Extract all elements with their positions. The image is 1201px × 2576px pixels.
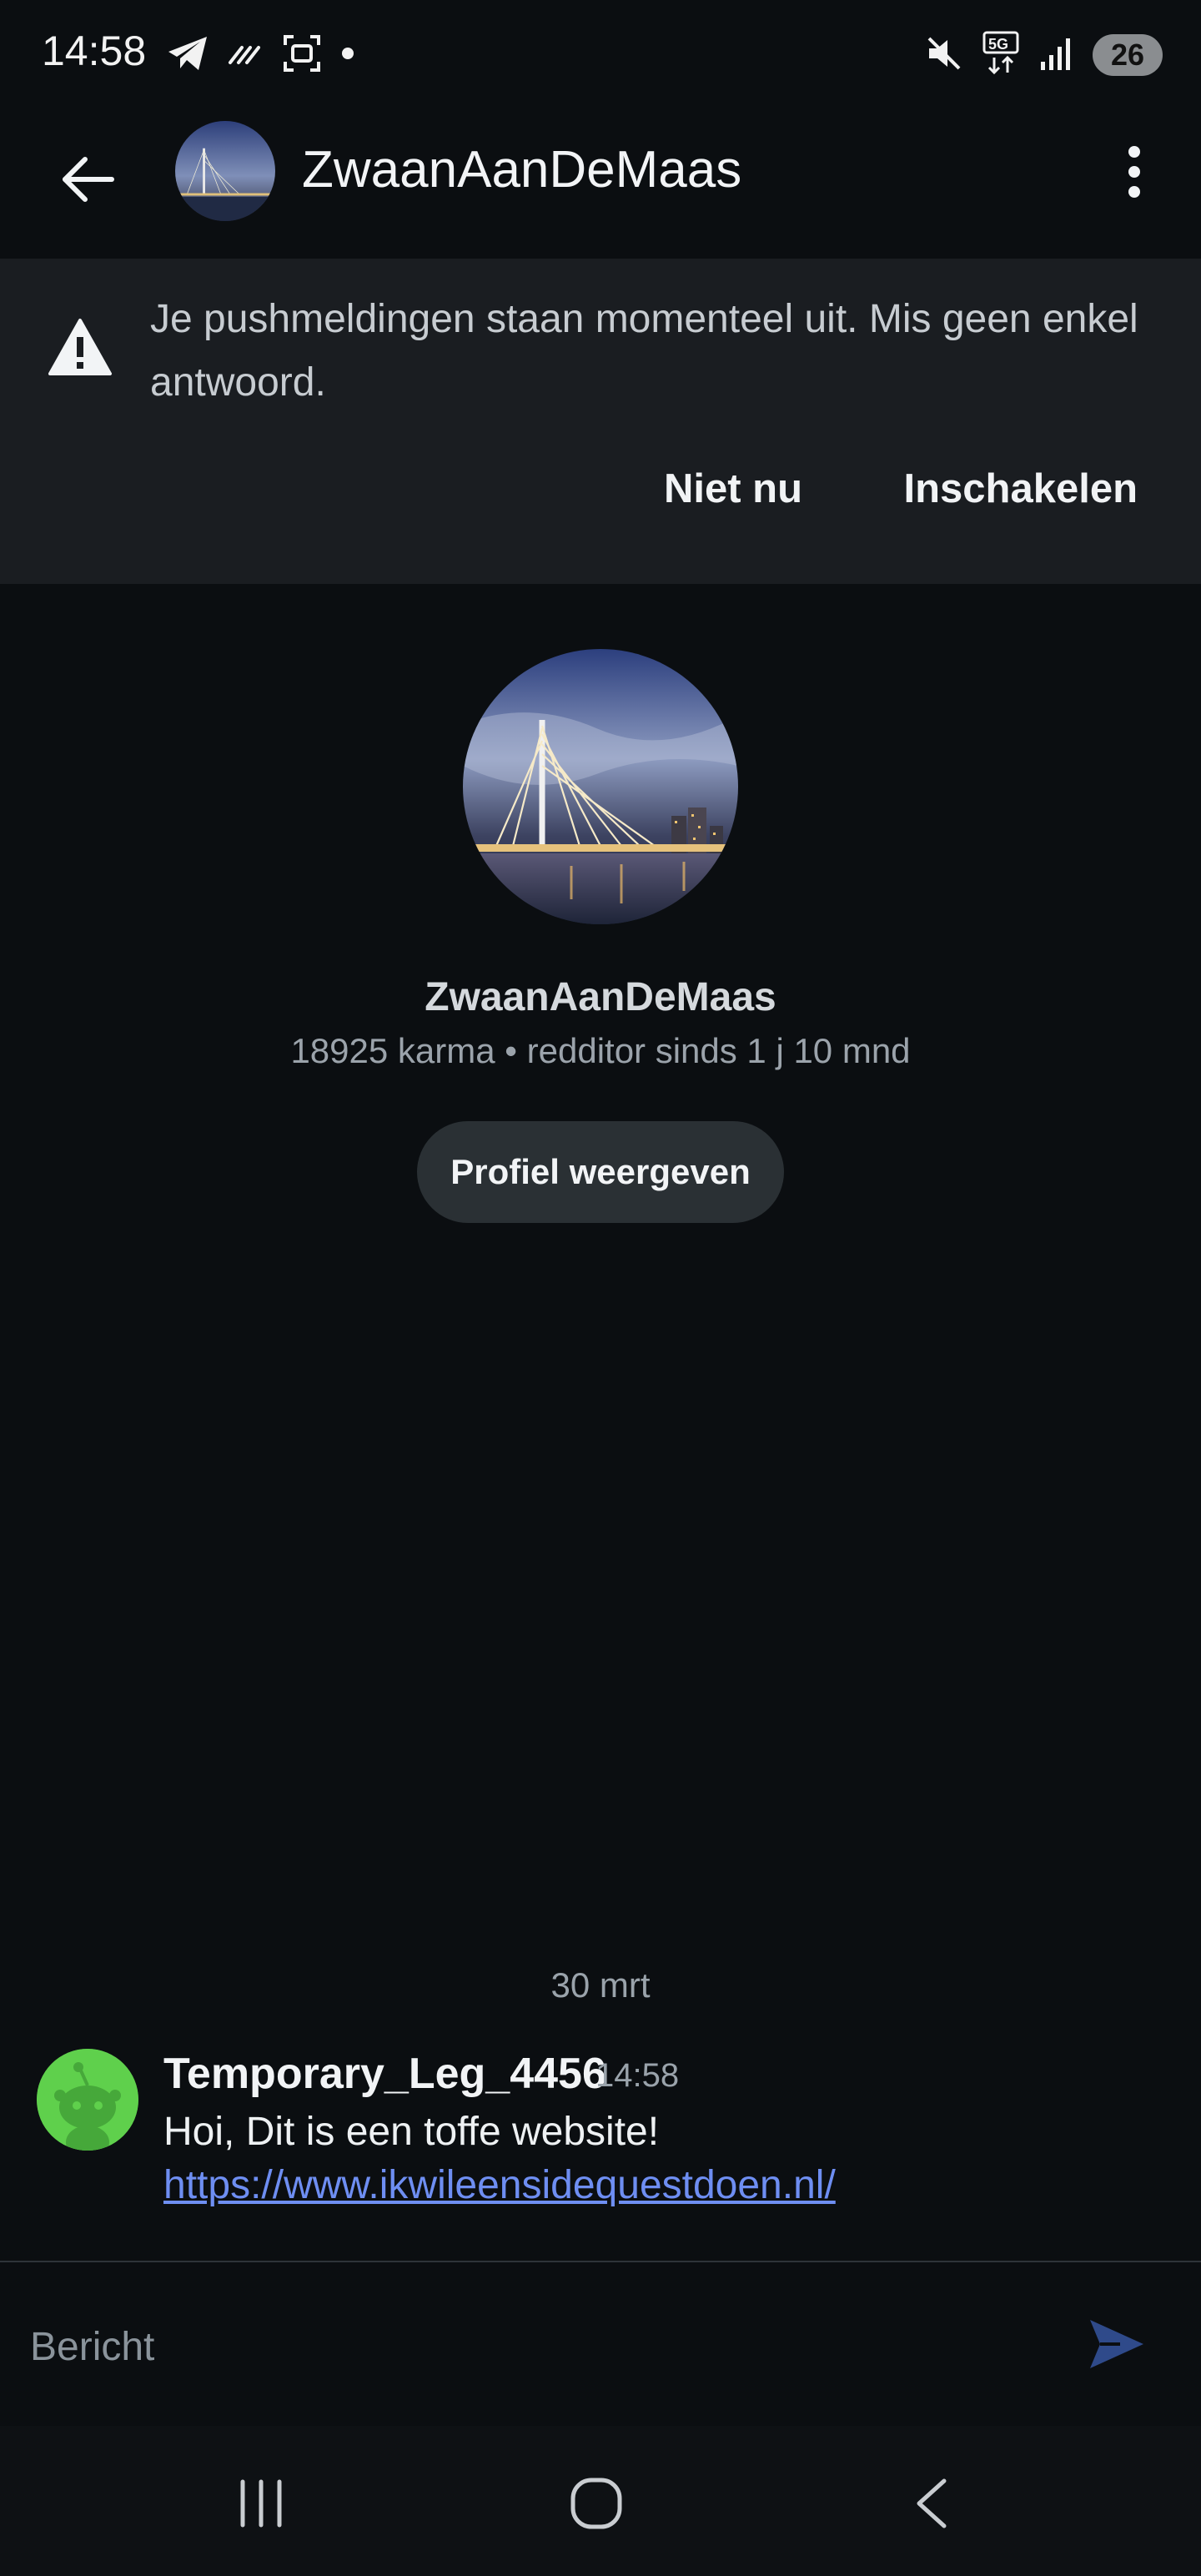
message-input[interactable]: [28, 2312, 1033, 2381]
arrow-left-icon: [63, 157, 114, 202]
back-button[interactable]: [50, 142, 125, 217]
profile-name: ZwaanAanDeMaas: [425, 975, 776, 1019]
avatar[interactable]: [37, 2049, 138, 2151]
profile-avatar[interactable]: [463, 649, 738, 924]
date-separator: 30 mrt: [550, 1965, 651, 2005]
more-options-button[interactable]: [1093, 142, 1176, 202]
status-right-icons: 5G 26: [924, 30, 1163, 80]
banner-text: Je pushmeldingen staan momenteel uit. Mi…: [150, 297, 1138, 405]
not-now-button[interactable]: Niet nu: [664, 465, 802, 512]
home-icon: [570, 2478, 622, 2529]
warning-icon: [47, 317, 113, 381]
mute-icon: [924, 33, 964, 78]
battery-icon: 26: [1093, 34, 1163, 76]
more-vertical-icon: [1128, 146, 1140, 198]
dot-icon: [340, 46, 355, 65]
message-author[interactable]: Temporary_Leg_4456: [163, 2049, 606, 2099]
send-icon: [1090, 2320, 1143, 2368]
5g-icon: 5G: [981, 31, 1023, 80]
system-nav-bar: [0, 2426, 1201, 2576]
message-text: Hoi, Dit is een toffe website!: [163, 2110, 660, 2154]
recent-apps-button[interactable]: [215, 2466, 307, 2541]
signal-stripes-icon: [227, 41, 264, 70]
view-profile-button[interactable]: Profiel weergeven: [417, 1121, 784, 1223]
system-back-button[interactable]: [886, 2466, 977, 2541]
status-bar: 14:58 5G 26: [0, 0, 1201, 108]
status-time: 14:58: [42, 28, 147, 74]
snoo-icon: [37, 2049, 138, 2151]
telegram-icon: [167, 35, 209, 76]
svg-text:5G: 5G: [988, 36, 1008, 53]
message-composer: [0, 2262, 1201, 2426]
enable-notifications-button[interactable]: Inschakelen: [903, 465, 1138, 512]
recent-apps-icon: [240, 2479, 282, 2528]
status-left-icons: [167, 30, 355, 80]
message-link[interactable]: https://www.ikwileensidequestdoen.nl/: [163, 2162, 836, 2208]
message-time: 14:58: [595, 2057, 680, 2094]
notifications-banner: Je pushmeldingen staan momenteel uit. Mi…: [0, 259, 1201, 584]
send-button[interactable]: [1079, 2311, 1154, 2377]
chevron-left-icon: [917, 2478, 947, 2528]
signal-bars-icon: [1039, 35, 1076, 76]
screenshot-icon: [282, 33, 322, 78]
home-button[interactable]: [550, 2466, 642, 2541]
page-title[interactable]: ZwaanAanDeMaas: [302, 140, 741, 199]
profile-meta: 18925 karma • redditor sinds 1 j 10 mnd: [290, 1031, 911, 1070]
header-avatar[interactable]: [175, 121, 275, 221]
